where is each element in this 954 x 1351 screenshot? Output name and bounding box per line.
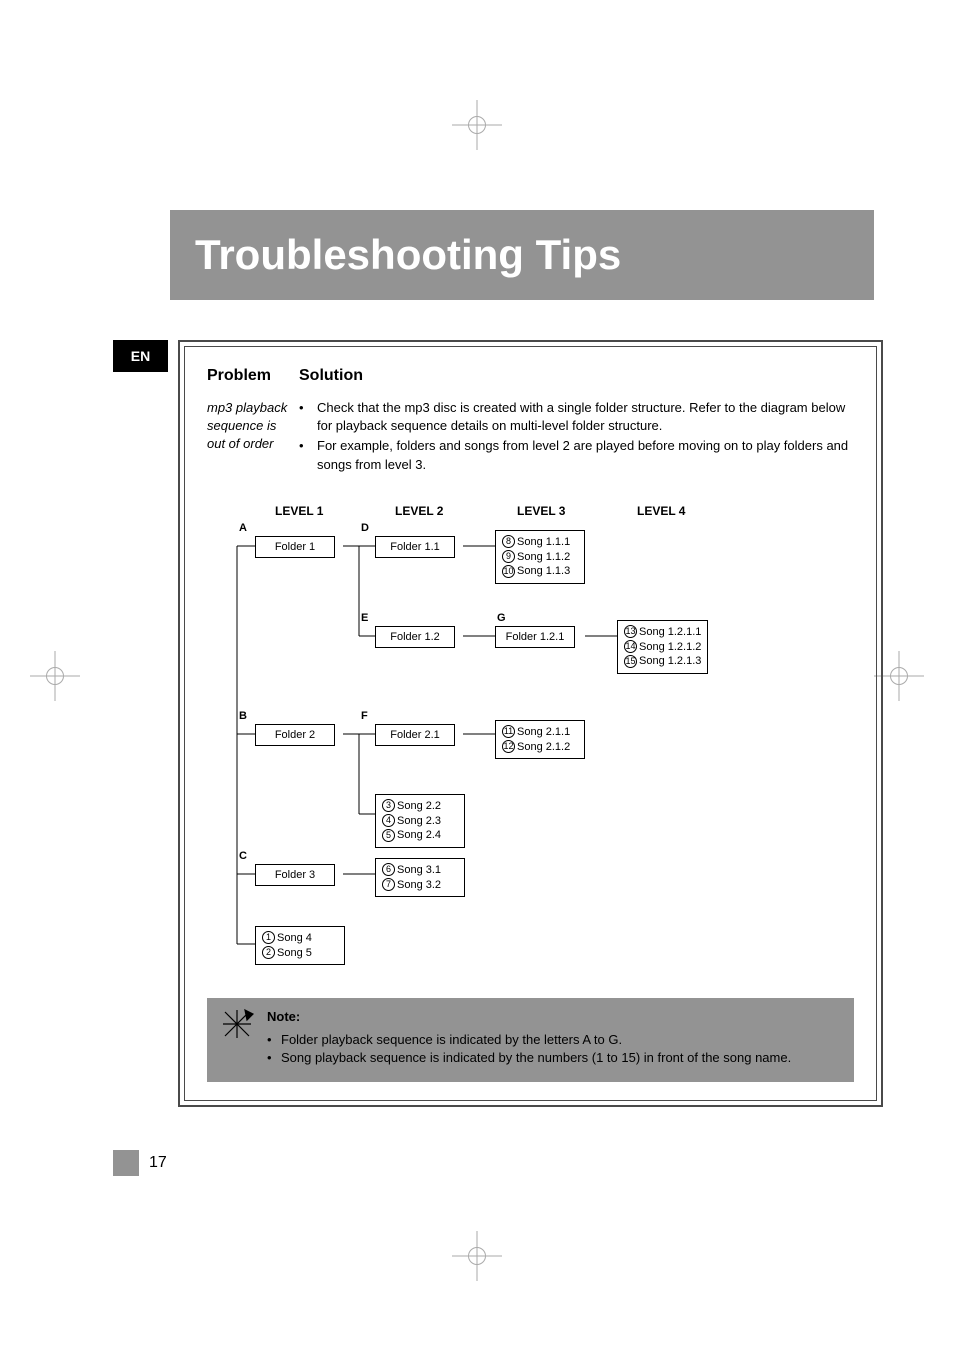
folder-node: Folder 1.1 [375,536,455,558]
note-line: Song playback sequence is indicated by t… [281,1049,791,1068]
title-bar: Troubleshooting Tips [170,210,874,300]
crop-mark-left [30,651,80,701]
problem-text: mp3 playback sequence is out of order [207,399,299,476]
folder-node: Folder 1.2 [375,626,455,648]
folder-diagram: LEVEL 1 LEVEL 2 LEVEL 3 LEVEL 4 [207,504,854,984]
content-frame: Problem Solution mp3 playback sequence i… [178,340,883,1107]
level-header: LEVEL 3 [517,504,565,518]
song-node: 3Song 2.2 4Song 2.3 5Song 2.4 [375,794,465,849]
note-title: Note: [267,1008,840,1027]
folder-label: A [239,522,247,534]
note-line: Folder playback sequence is indicated by… [281,1031,622,1050]
table-header: Problem Solution [207,367,854,385]
folder-label: F [361,710,368,722]
level-header: LEVEL 4 [637,504,685,518]
level-header: LEVEL 1 [275,504,323,518]
solution-text: •Check that the mp3 disc is created with… [299,399,854,476]
song-node: 8Song 1.1.1 9Song 1.1.2 10Song 1.1.3 [495,530,585,585]
song-node: 6Song 3.1 7Song 3.2 [375,858,465,898]
crop-mark-bottom [452,1231,502,1281]
note-icon [217,1004,257,1044]
solution-bullet: For example, folders and songs from leve… [317,437,854,473]
table-row: mp3 playback sequence is out of order •C… [207,399,854,476]
folder-label: D [361,522,369,534]
note-block: Note: •Folder playback sequence is indic… [207,998,854,1083]
folder-node: Folder 1.2.1 [495,626,575,648]
page-number-block: 17 [113,1150,167,1176]
language-tab: EN [113,340,168,372]
folder-label: G [497,612,506,624]
header-problem: Problem [207,367,299,385]
folder-node: Folder 1 [255,536,335,558]
song-node: 11Song 2.1.1 12Song 2.1.2 [495,720,585,760]
level-header: LEVEL 2 [395,504,443,518]
page-number: 17 [149,1154,167,1172]
song-node: 13Song 1.2.1.1 14Song 1.2.1.2 15Song 1.2… [617,620,708,675]
page-title: Troubleshooting Tips [195,231,621,279]
folder-node: Folder 3 [255,864,335,886]
folder-label: B [239,710,247,722]
header-solution: Solution [299,367,854,385]
solution-bullet: Check that the mp3 disc is created with … [317,399,854,435]
folder-label: E [361,612,368,624]
crop-mark-top [452,100,502,150]
folder-label: C [239,850,247,862]
song-node: 1Song 4 2Song 5 [255,926,345,966]
folder-node: Folder 2 [255,724,335,746]
folder-node: Folder 2.1 [375,724,455,746]
